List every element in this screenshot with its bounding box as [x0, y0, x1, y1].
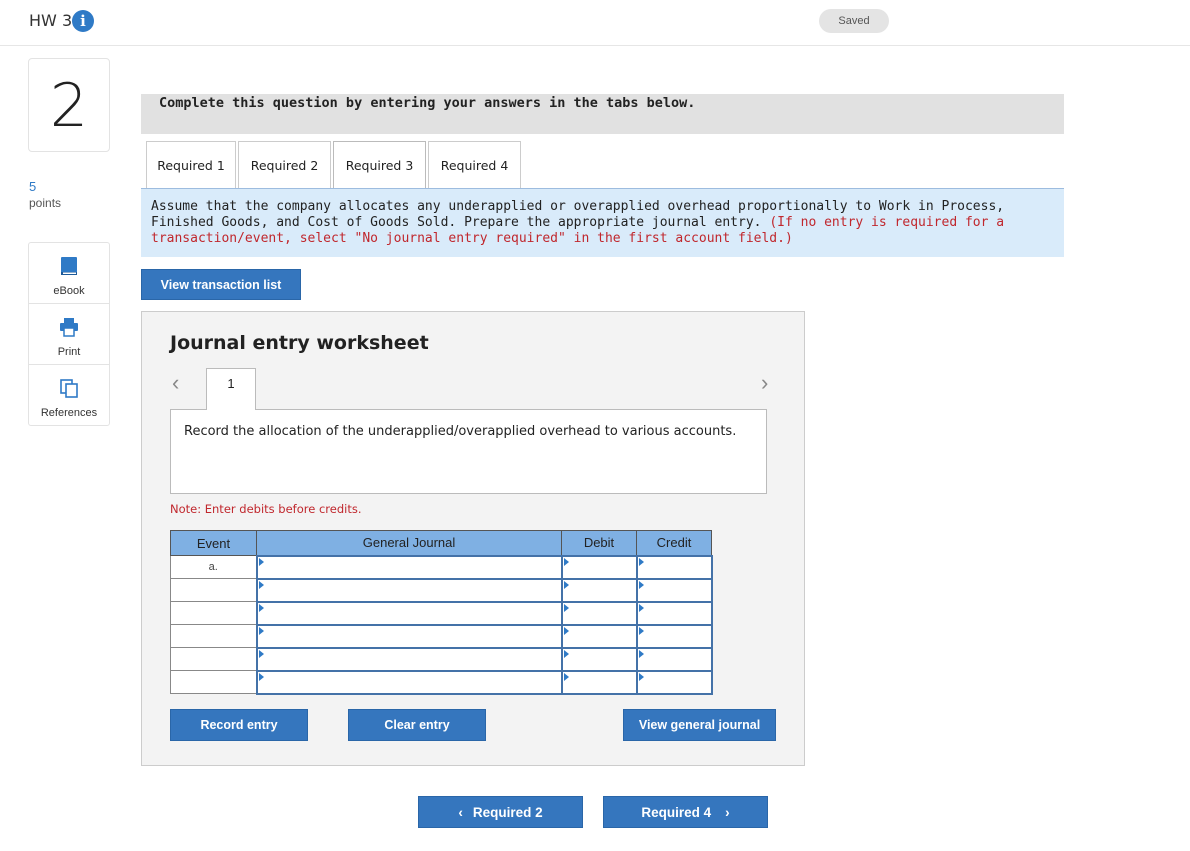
account-field[interactable] [255, 669, 563, 695]
worksheet-page-tab[interactable]: 1 [206, 368, 256, 410]
banner-text: Complete this question by entering your … [159, 95, 696, 111]
account-field[interactable] [255, 600, 563, 626]
prev-required-label: Required 2 [472, 804, 543, 820]
event-cell [170, 670, 257, 694]
col-general-journal: General Journal [256, 530, 562, 556]
points-label: points [29, 196, 62, 210]
credit-field[interactable] [635, 623, 713, 649]
col-debit: Debit [561, 530, 637, 556]
print-label: Print [57, 346, 81, 358]
prev-required-button[interactable]: ‹ Required 2 [418, 796, 583, 828]
printer-icon [60, 318, 78, 337]
account-field[interactable] [255, 646, 563, 672]
references-label: References [40, 407, 98, 419]
tab-required-3[interactable]: Required 3 [333, 141, 426, 189]
info-icon[interactable]: i [72, 10, 94, 32]
debit-field[interactable] [560, 623, 638, 649]
event-cell [170, 647, 257, 671]
view-general-journal-button[interactable]: View general journal [623, 709, 776, 741]
tab-required-1[interactable]: Required 1 [146, 141, 236, 188]
ebook-button[interactable]: eBook [29, 243, 109, 304]
debit-field[interactable] [560, 554, 638, 580]
journal-entry-worksheet: Journal entry worksheet ‹ 1 › Record the… [141, 311, 805, 766]
question-banner: Complete this question by entering your … [141, 94, 1064, 134]
assignment-title: HW 3 [29, 11, 73, 30]
table-row [170, 600, 713, 626]
chevron-right-icon[interactable]: › [761, 370, 768, 396]
col-credit: Credit [636, 530, 712, 556]
next-required-label: Required 4 [641, 804, 712, 820]
credit-field[interactable] [635, 669, 713, 695]
journal-table-header: Event General Journal Debit Credit [170, 530, 712, 556]
event-cell: a. [170, 555, 257, 579]
print-button[interactable]: Print [29, 304, 109, 365]
debit-field[interactable] [560, 600, 638, 626]
table-row [170, 646, 713, 672]
debit-field[interactable] [560, 646, 638, 672]
copy-documents-icon [60, 379, 78, 398]
debit-field[interactable] [560, 577, 638, 603]
event-cell [170, 578, 257, 602]
record-entry-button[interactable]: Record entry [170, 709, 308, 741]
debit-field[interactable] [560, 669, 638, 695]
table-row: a. [170, 554, 713, 580]
journal-table: Event General Journal Debit Credit a. [170, 530, 713, 695]
save-status-badge: Saved [819, 9, 889, 33]
clear-entry-button[interactable]: Clear entry [348, 709, 486, 741]
points-value: 5 [29, 179, 37, 194]
top-bar: HW 3 i Saved [0, 0, 1190, 46]
instructions-panel: Assume that the company allocates any un… [141, 189, 1064, 257]
book-icon [61, 257, 77, 275]
account-field[interactable] [255, 577, 563, 603]
debits-note: Note: Enter debits before credits. [170, 502, 362, 516]
credit-field[interactable] [635, 646, 713, 672]
credit-field[interactable] [635, 600, 713, 626]
event-cell [170, 601, 257, 625]
tab-required-2[interactable]: Required 2 [238, 141, 331, 188]
question-number: 2 [28, 58, 110, 152]
ebook-label: eBook [53, 285, 85, 297]
chevron-left-icon: ‹ [458, 804, 463, 820]
chevron-left-icon[interactable]: ‹ [172, 370, 179, 396]
event-cell [170, 624, 257, 648]
chevron-right-icon: › [725, 804, 730, 820]
worksheet-title: Journal entry worksheet [170, 332, 429, 354]
tab-required-4[interactable]: Required 4 [428, 141, 521, 188]
account-field[interactable] [255, 554, 563, 580]
resource-rail: eBook Print References [28, 242, 110, 426]
references-button[interactable]: References [29, 365, 109, 426]
credit-field[interactable] [635, 577, 713, 603]
table-row [170, 623, 713, 649]
col-event: Event [170, 530, 257, 556]
account-field[interactable] [255, 623, 563, 649]
view-transaction-list-button[interactable]: View transaction list [141, 269, 301, 300]
table-row [170, 577, 713, 603]
next-required-button[interactable]: Required 4 › [603, 796, 768, 828]
credit-field[interactable] [635, 554, 713, 580]
table-row [170, 669, 713, 695]
entry-description: Record the allocation of the underapplie… [170, 409, 767, 494]
